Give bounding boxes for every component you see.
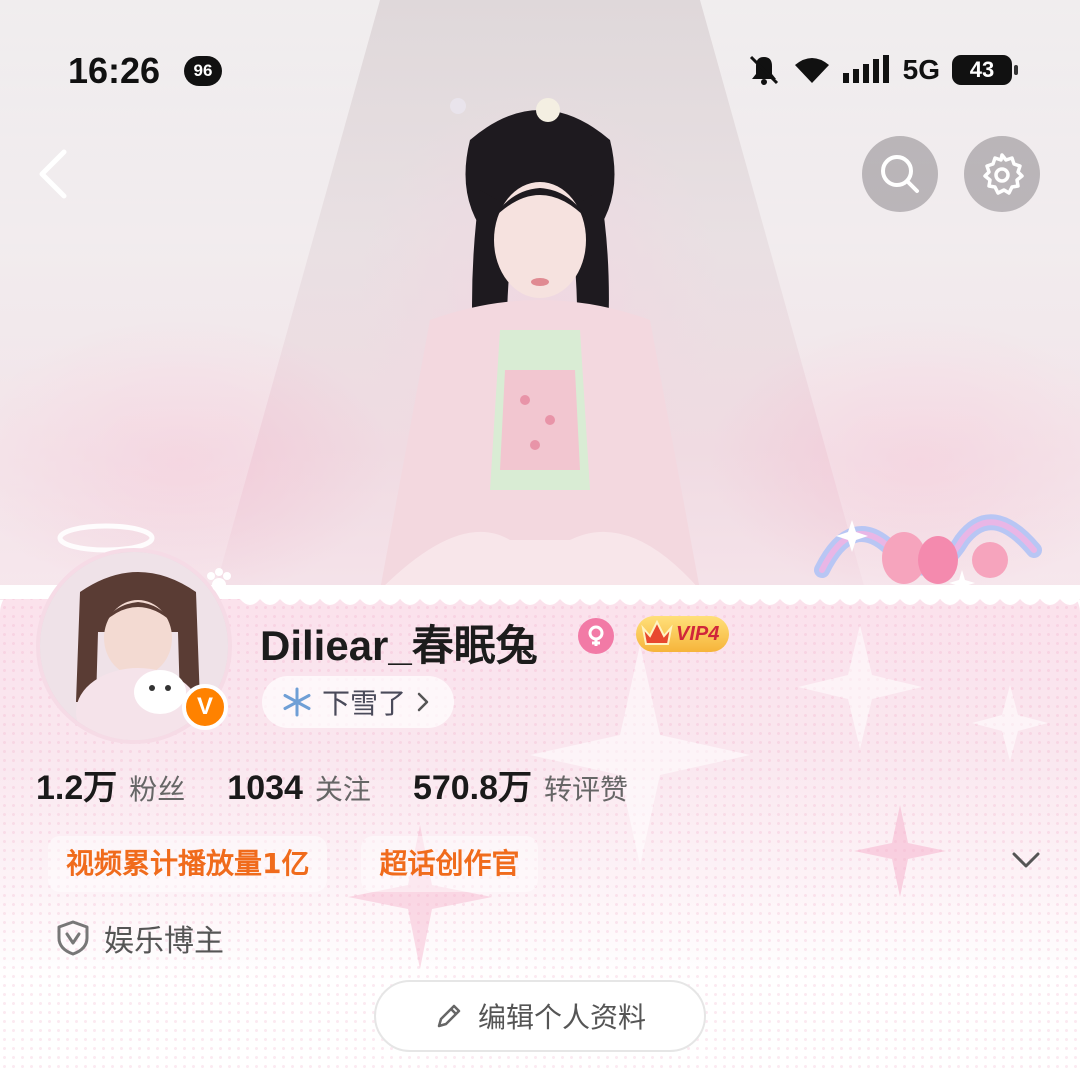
mood-status-pill[interactable]: 下雪了	[262, 676, 455, 728]
settings-button[interactable]	[964, 136, 1040, 212]
paw-sticker	[207, 568, 231, 592]
female-icon	[578, 618, 614, 654]
achievement-tags: 视频累计播放量1亿 超话创作官	[48, 836, 538, 892]
edit-profile-label: 编辑个人资料	[477, 1001, 646, 1034]
notification-count-badge: 96	[184, 56, 222, 86]
interactions-count[interactable]: 570.8万	[413, 760, 532, 809]
mute-bell-icon	[749, 55, 778, 85]
vip-label: VIP4	[676, 623, 720, 645]
vip-badge[interactable]: VIP4	[636, 616, 730, 652]
chevron-left-icon	[39, 149, 67, 199]
verified-badge: V	[182, 684, 228, 730]
chevron-right-icon	[417, 692, 429, 712]
ribbon-sticker	[814, 514, 1042, 596]
network-type: 5G	[902, 54, 940, 85]
tag-video-views[interactable]: 视频累计播放量1亿	[48, 836, 328, 892]
following-label[interactable]: 关注	[315, 768, 371, 808]
category-label: 娱乐博主	[104, 924, 224, 959]
status-time: 16:26	[68, 50, 161, 91]
following-count[interactable]: 1034	[227, 769, 303, 808]
back-button[interactable]	[28, 142, 88, 206]
tag-super-topic-creator[interactable]: 超话创作官	[361, 836, 538, 892]
chevron-down-icon[interactable]	[1008, 846, 1044, 876]
battery-icon: 43	[952, 55, 1018, 85]
wifi-icon	[794, 58, 829, 83]
status-bar: 16:26 96 5G 43	[0, 40, 1080, 100]
shield-v-icon	[57, 920, 89, 956]
search-icon	[881, 155, 919, 193]
cover-figure-illustration	[380, 98, 700, 590]
gear-icon	[983, 153, 1024, 195]
profile-stats: 1.2万 粉丝 1034 关注 570.8万 转评赞	[36, 760, 670, 810]
mood-status-label: 下雪了	[322, 687, 407, 720]
category-row[interactable]: 娱乐博主	[56, 916, 224, 960]
status-icons: 5G 43	[747, 52, 1018, 88]
snowflake-icon	[283, 687, 311, 717]
fans-count[interactable]: 1.2万	[36, 760, 117, 809]
username: Diliear_春眠兔	[260, 622, 538, 669]
search-button[interactable]	[862, 136, 938, 212]
fans-label[interactable]: 粉丝	[129, 768, 185, 808]
interactions-label[interactable]: 转评赞	[544, 768, 628, 808]
edit-profile-button[interactable]: 编辑个人资料	[374, 980, 706, 1052]
pencil-icon	[437, 1004, 461, 1028]
crown-icon	[641, 619, 673, 645]
signal-icon	[842, 55, 889, 83]
